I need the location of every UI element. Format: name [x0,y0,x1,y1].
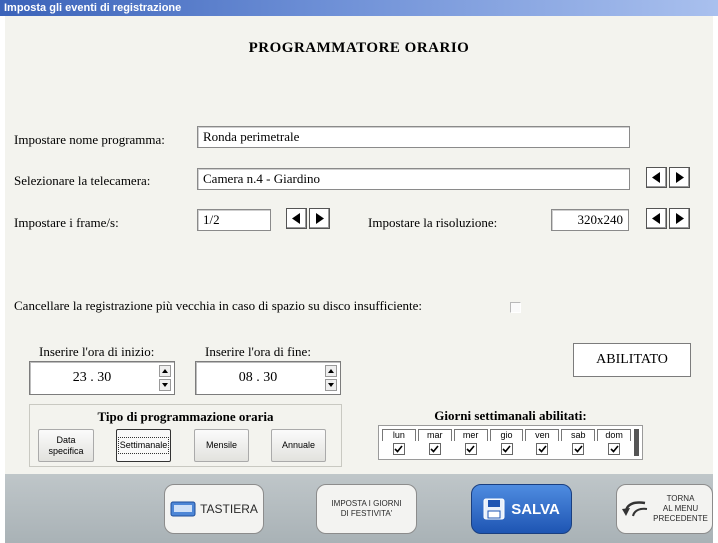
start-time-down-button[interactable] [159,379,171,391]
day-label: gio [489,429,524,441]
schedule-specific-date-button[interactable]: Data specifica [38,429,94,462]
start-time-value: 23 . 30 [72,370,112,385]
schedule-weekly-button[interactable]: Settimanale [116,429,171,462]
day-mar: mar [417,429,452,456]
arrow-left-icon [292,213,300,224]
back-arrow-icon [622,501,648,517]
program-name-label: Impostare nome programma: [14,132,165,147]
resolution-label: Impostare la risoluzione: [368,215,498,230]
enabled-days-title: Giorni settimanali abilitati: [434,408,587,423]
overwrite-checkbox[interactable] [510,302,521,313]
overwrite-label: Cancellare la registrazione più vecchia … [14,298,423,313]
spin-down-icon [328,383,334,387]
arrow-right-icon [316,213,324,224]
checkmark-icon [394,445,404,453]
back-label-line1: TORNA [666,494,695,503]
camera-prev-button[interactable] [646,167,667,188]
day-checkbox[interactable] [500,443,513,455]
schedule-type-title: Tipo di programmazione oraria [97,409,274,424]
day-checkbox[interactable] [464,443,477,455]
resolution-value[interactable]: 320x240 [551,209,629,231]
back-label-line3: PRECEDENTE [653,514,708,523]
spin-up-icon [162,369,168,373]
frames-value[interactable]: 1/2 [197,209,271,231]
holidays-label-line1: IMPOSTA I GIORNI [331,499,402,508]
day-checkbox[interactable] [428,443,441,455]
checkmark-icon [538,445,547,453]
arrow-right-icon [676,213,684,224]
frames-next-button[interactable] [309,208,330,229]
resolution-arrows [646,208,690,229]
checkmark-icon [466,445,475,453]
schedule-type-group: Tipo di programmazione oraria Data speci… [29,404,342,467]
camera-select[interactable]: Camera n.4 - Giardino [197,168,630,190]
day-checkbox[interactable] [572,443,585,455]
status-badge: ABILITATO [573,343,691,377]
end-time-value: 08 . 30 [238,370,278,385]
back-label-line2: AL MENU [662,504,699,513]
start-time-label: Inserire l'ora di inizio: [39,344,155,359]
day-checkbox[interactable] [608,443,621,455]
checkmark-icon [502,445,511,453]
camera-label: Selezionare la telecamera: [14,173,151,188]
schedule-annual-button[interactable]: Annuale [271,429,326,462]
frames-prev-button[interactable] [286,208,307,229]
resolution-prev-button[interactable] [646,208,667,229]
floppy-disk-icon [483,498,505,520]
day-label: dom [597,429,632,441]
end-time-label: Inserire l'ora di fine: [205,344,311,359]
start-time-up-button[interactable] [159,365,171,377]
camera-next-button[interactable] [669,167,690,188]
checkmark-icon [430,445,439,453]
spin-up-icon [328,369,334,373]
holidays-label-line2: DI FESTIVITA' [340,509,393,518]
day-dom: dom [597,429,632,456]
day-checkbox[interactable] [536,443,549,455]
spin-down-icon [162,383,168,387]
day-label: lun [382,429,416,441]
arrow-left-icon [652,213,660,224]
day-gio: gio [489,429,524,456]
program-name-input[interactable]: Ronda perimetrale [197,126,630,148]
frames-label: Impostare i frame/s: [14,215,119,230]
window-title: Imposta gli eventi di registrazione [0,0,718,16]
back-button[interactable]: TORNA AL MENU PRECEDENTE [616,484,713,534]
day-ven: ven [525,429,560,456]
checkmark-icon [610,445,619,453]
save-button-label: SALVA [511,500,560,518]
back-button-label: TORNA AL MENU PRECEDENTE [653,494,708,524]
day-label: sab [561,429,596,441]
day-label: ven [525,429,560,441]
day-label: mar [417,429,452,441]
camera-arrows [646,167,690,188]
day-lun: lun [382,429,416,456]
resolution-next-button[interactable] [669,208,690,229]
schedule-weekly-label: Settimanale [117,437,170,454]
frames-arrows [286,208,330,229]
schedule-monthly-button[interactable]: Mensile [194,429,249,462]
day-checkbox[interactable] [392,443,405,455]
arrow-right-icon [676,172,684,183]
enabled-days-list: lun mar mer gio ven sab dom [378,425,643,460]
end-time-spinner [325,365,337,391]
checkmark-icon [574,445,583,453]
footer-bar: TASTIERA IMPOSTA I GIORNI DI FESTIVITA' … [5,474,713,543]
day-sab: sab [561,429,596,456]
start-time-spinner [159,365,171,391]
holidays-button[interactable]: IMPOSTA I GIORNI DI FESTIVITA' [316,484,417,534]
start-time-input[interactable]: 23 . 30 [29,361,175,395]
keyboard-button-label: TASTIERA [200,502,258,516]
day-mer: mer [453,429,488,456]
arrow-left-icon [652,172,660,183]
save-button[interactable]: SALVA [471,484,572,534]
keyboard-icon [170,501,196,517]
end-time-up-button[interactable] [325,365,337,377]
day-label: mer [453,429,488,441]
keyboard-button[interactable]: TASTIERA [164,484,264,534]
days-scrollbar[interactable] [634,429,640,456]
end-time-down-button[interactable] [325,379,337,391]
page-title: PROGRAMMATORE ORARIO [248,40,470,56]
end-time-input[interactable]: 08 . 30 [195,361,341,395]
